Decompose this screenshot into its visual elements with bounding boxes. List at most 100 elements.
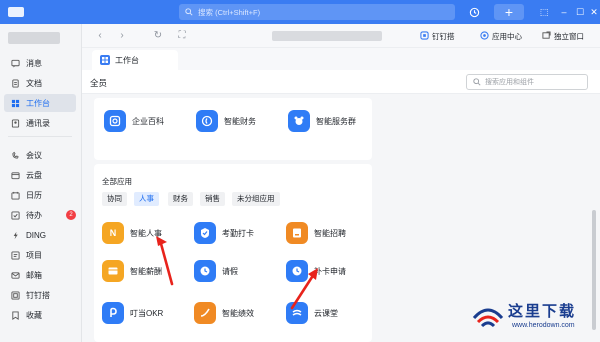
app-center-link-label: 应用中心 bbox=[492, 31, 522, 41]
app-item[interactable]: 智能财务 bbox=[196, 110, 256, 132]
app-label: 智能绩效 bbox=[222, 308, 254, 318]
app-item[interactable]: 智能招聘 bbox=[286, 222, 346, 244]
sidebar-item-label: 待办 bbox=[26, 210, 42, 220]
sidebar-item-todo[interactable]: 待办 2 bbox=[4, 206, 76, 224]
mail-icon bbox=[10, 270, 20, 280]
maximize-icon[interactable]: ☐ bbox=[574, 5, 586, 19]
sidebar-item-meeting[interactable]: 会议 bbox=[4, 146, 76, 164]
sidebar-item-dingda[interactable]: 钉钉搭 bbox=[4, 286, 76, 304]
sidebar-item-label: 收藏 bbox=[26, 310, 42, 320]
standalone-window-link[interactable]: 独立窗口 bbox=[542, 30, 584, 42]
sidebar-item-project[interactable]: 项目 bbox=[4, 246, 76, 264]
minimize-icon[interactable]: – bbox=[558, 5, 570, 19]
title-bar: 搜索 (Ctrl+Shift+F) + ⬚ – ☐ ✕ bbox=[0, 0, 600, 24]
global-search-placeholder: 搜索 (Ctrl+Shift+F) bbox=[198, 7, 261, 17]
app-item[interactable]: 智能绩效 bbox=[194, 302, 254, 324]
doc-icon bbox=[10, 78, 20, 88]
all-apps-title: 全部应用 bbox=[102, 177, 132, 186]
app-search-input[interactable]: 搜索应用和组件 bbox=[466, 74, 588, 90]
dingda-icon bbox=[10, 290, 20, 300]
scope-label: 全员 bbox=[90, 78, 108, 88]
app-item[interactable]: 智能服务群 bbox=[288, 110, 356, 132]
sidebar-item-message[interactable]: 消息 bbox=[4, 54, 76, 72]
workbench-icon bbox=[10, 98, 20, 108]
all-apps-card: 全部应用 协同 人事 财务 销售 未分组应用 N 智能人事 考勤打卡 智能招聘 … bbox=[94, 164, 372, 342]
cloud-icon bbox=[10, 170, 20, 180]
pin-icon[interactable]: ⬚ bbox=[538, 5, 550, 19]
app-label: 叮当OKR bbox=[130, 308, 164, 318]
annotation-arrow-app bbox=[290, 268, 318, 310]
global-search-input[interactable]: 搜索 (Ctrl+Shift+F) bbox=[179, 4, 455, 20]
org-name-blurred bbox=[8, 32, 60, 44]
category-chip[interactable]: 销售 bbox=[200, 192, 225, 206]
attendance-icon bbox=[194, 222, 216, 244]
tab-workbench[interactable]: 工作台 bbox=[92, 50, 178, 70]
dingda-link-label: 钉钉搭 bbox=[432, 31, 455, 41]
performance-icon bbox=[194, 302, 216, 324]
sidebar-item-label: 文档 bbox=[26, 78, 42, 88]
tab-label: 工作台 bbox=[115, 55, 139, 65]
dingda-icon bbox=[420, 30, 429, 42]
sidebar-item-label: 日历 bbox=[26, 190, 42, 200]
back-icon[interactable]: ‹ bbox=[94, 30, 106, 42]
add-button[interactable]: + bbox=[494, 4, 524, 20]
sidebar-item-label: 云盘 bbox=[26, 170, 42, 180]
app-label: 智能招聘 bbox=[314, 228, 346, 238]
sidebar-item-ding[interactable]: DING bbox=[4, 226, 76, 244]
sidebar-item-cloud[interactable]: 云盘 bbox=[4, 166, 76, 184]
okr-icon bbox=[102, 302, 124, 324]
sidebar-item-calendar[interactable]: 日历 bbox=[4, 186, 76, 204]
sidebar-item-workbench[interactable]: 工作台 bbox=[4, 94, 76, 112]
tab-strip: 工作台 bbox=[82, 48, 600, 70]
browser-toolbar: ‹ › ↻ ⛶ 钉钉搭 应用中心 独立窗口 bbox=[82, 24, 600, 48]
salary-icon bbox=[102, 260, 124, 282]
favorite-icon bbox=[10, 310, 20, 320]
history-icon[interactable] bbox=[466, 4, 482, 20]
calendar-icon bbox=[10, 190, 20, 200]
sidebar-divider bbox=[8, 136, 72, 137]
app-center-link[interactable]: 应用中心 bbox=[480, 30, 522, 42]
dingda-link[interactable]: 钉钉搭 bbox=[420, 30, 455, 42]
forward-icon[interactable]: › bbox=[116, 30, 128, 42]
workbench-header: 全员 搜索应用和组件 bbox=[82, 70, 600, 94]
search-icon bbox=[185, 8, 193, 16]
sidebar: 消息 文档 工作台 通讯录 会议 云盘 日历 待办 2 DING 项目 邮箱 钉… bbox=[0, 24, 82, 342]
sidebar-item-mail[interactable]: 邮箱 bbox=[4, 266, 76, 284]
category-chip-active[interactable]: 人事 bbox=[134, 192, 159, 206]
category-chip[interactable]: 协同 bbox=[102, 192, 127, 206]
app-item[interactable]: 叮当OKR bbox=[102, 302, 163, 324]
todo-icon bbox=[10, 210, 20, 220]
window-icon bbox=[542, 30, 551, 42]
refresh-icon[interactable]: ↻ bbox=[152, 30, 164, 42]
sidebar-item-contacts[interactable]: 通讯录 bbox=[4, 114, 76, 132]
app-label: 智能服务群 bbox=[316, 116, 356, 126]
sidebar-item-doc[interactable]: 文档 bbox=[4, 74, 76, 92]
recruit-icon bbox=[286, 222, 308, 244]
ding-icon bbox=[10, 230, 20, 240]
close-icon[interactable]: ✕ bbox=[588, 5, 600, 19]
watermark-logo-icon bbox=[472, 308, 504, 328]
wiki-icon bbox=[104, 110, 126, 132]
annotation-arrow-category bbox=[156, 236, 174, 286]
fullscreen-icon[interactable]: ⛶ bbox=[176, 30, 188, 42]
service-group-icon bbox=[288, 110, 310, 132]
category-chip[interactable]: 未分组应用 bbox=[232, 192, 280, 206]
app-label: 智能财务 bbox=[224, 116, 256, 126]
watermark-text: 这里下载 bbox=[508, 302, 577, 320]
workbench-tab-icon bbox=[100, 55, 110, 65]
sidebar-item-label: DING bbox=[26, 230, 46, 240]
sidebar-item-favorite[interactable]: 收藏 bbox=[4, 306, 76, 324]
app-item[interactable]: 请假 bbox=[194, 260, 238, 282]
todo-badge: 2 bbox=[66, 210, 76, 220]
meeting-icon bbox=[10, 150, 20, 160]
app-item[interactable]: 考勤打卡 bbox=[194, 222, 254, 244]
app-center-icon bbox=[480, 30, 489, 42]
contacts-icon bbox=[10, 118, 20, 128]
project-icon bbox=[10, 250, 20, 260]
sidebar-item-label: 消息 bbox=[26, 58, 42, 68]
category-chip[interactable]: 财务 bbox=[168, 192, 193, 206]
app-item[interactable]: 企业百科 bbox=[104, 110, 164, 132]
finance-icon bbox=[196, 110, 218, 132]
sidebar-item-label: 邮箱 bbox=[26, 270, 42, 280]
app-search-placeholder: 搜索应用和组件 bbox=[485, 79, 534, 86]
